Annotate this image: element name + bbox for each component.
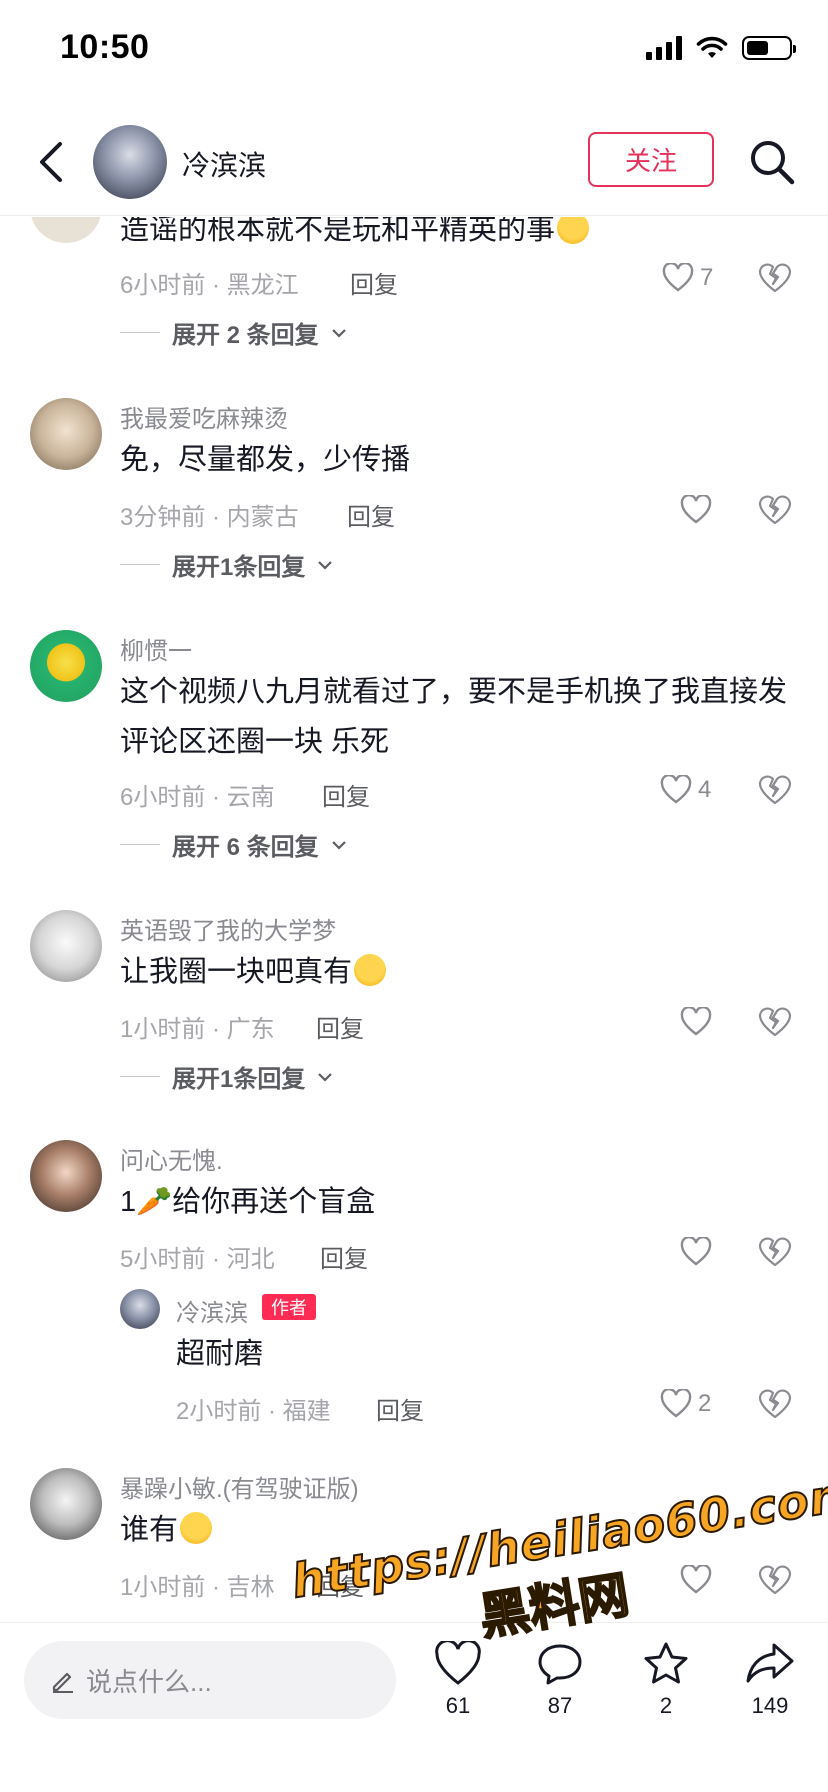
comment-action[interactable]: 87 — [520, 1641, 600, 1719]
heart-icon — [680, 1007, 712, 1036]
input-placeholder: 说点什么... — [86, 1666, 212, 1697]
like-button[interactable] — [680, 1563, 718, 1597]
comment-meta: 1小时前 · 吉林 — [120, 1574, 275, 1601]
thinking-emoji — [180, 1512, 213, 1544]
reply-meta: 2小时前 · 福建 — [176, 1398, 331, 1425]
reply-button[interactable]: 回复 — [316, 1009, 364, 1044]
search-icon[interactable] — [748, 138, 796, 186]
share-count: 149 — [751, 1693, 789, 1718]
comment-username[interactable]: 暴躁小敏.(有驾驶证版) — [120, 1469, 359, 1504]
author-badge: 作者 — [262, 1294, 316, 1320]
status-icons — [646, 36, 796, 60]
heart-icon — [680, 1565, 712, 1594]
broken-heart-icon[interactable] — [758, 1563, 792, 1597]
reply-button[interactable]: 回复 — [376, 1391, 424, 1426]
comment-username[interactable]: 柳惯一 — [120, 631, 192, 666]
like-button[interactable] — [680, 493, 718, 527]
comment-text: 谁有 — [120, 1505, 810, 1555]
chevron-down-icon — [318, 1072, 333, 1082]
comment-meta: 3分钟前 · 内蒙古 — [120, 504, 299, 531]
bottom-action-bar: 说点什么... 61 87 2 149 — [0, 1622, 828, 1792]
expand-replies[interactable]: 展开 6 条回复 — [120, 827, 347, 862]
like-count: 61 — [445, 1693, 471, 1718]
reply-button[interactable]: 回复 — [322, 777, 370, 812]
favorite-action[interactable]: 2 — [626, 1641, 706, 1719]
heart-icon — [660, 1389, 692, 1418]
follow-button[interactable]: 关注 — [588, 132, 714, 187]
broken-heart-icon[interactable] — [758, 773, 792, 807]
comment-username[interactable]: 问心无愧. — [120, 1141, 223, 1176]
like-count: 4 — [698, 776, 712, 803]
broken-heart-icon[interactable] — [758, 493, 792, 527]
wifi-icon — [696, 36, 728, 58]
broken-heart-icon[interactable] — [758, 261, 792, 295]
like-button[interactable]: 2 — [660, 1387, 711, 1421]
heart-icon — [660, 775, 692, 804]
reply-button[interactable]: 回复 — [316, 1567, 364, 1602]
broken-heart-icon[interactable] — [758, 1235, 792, 1269]
comment-username[interactable]: 我最爱吃麻辣烫 — [120, 399, 288, 434]
like-button[interactable]: 7 — [662, 261, 713, 295]
laughing-tears-emoji — [557, 217, 590, 244]
reply-username[interactable]: 冷滨滨 — [176, 1293, 248, 1328]
like-button[interactable] — [680, 1005, 718, 1039]
status-time: 10:50 — [60, 28, 150, 66]
expand-replies[interactable]: 展开1条回复 — [120, 547, 333, 582]
avatar[interactable] — [30, 630, 102, 702]
like-count: 7 — [700, 264, 714, 291]
comment-list[interactable]: 造谣的根本就不是玩和平精英的事 6小时前 · 黑龙江 回复 7 展开 2 条回复… — [0, 217, 828, 1622]
avatar[interactable] — [93, 125, 167, 199]
like-action[interactable]: 61 — [418, 1641, 498, 1719]
crying-emoji — [354, 954, 387, 986]
comment-input[interactable]: 说点什么... — [24, 1641, 396, 1719]
expand-replies[interactable]: 展开 2 条回复 — [120, 315, 347, 350]
pencil-icon — [52, 1672, 73, 1693]
status-bar: 10:50 — [0, 0, 828, 100]
comment-username[interactable]: 英语毁了我的大学梦 — [120, 911, 336, 946]
avatar[interactable] — [30, 217, 102, 243]
reply-button[interactable]: 回复 — [347, 497, 395, 532]
star-icon — [644, 1642, 688, 1684]
broken-heart-icon[interactable] — [758, 1005, 792, 1039]
broken-heart-icon[interactable] — [758, 1387, 792, 1421]
comment-count: 87 — [547, 1693, 573, 1718]
comment-text: 1🥕给你再送个盲盒 — [120, 1186, 376, 1218]
share-action[interactable]: 149 — [730, 1641, 810, 1719]
comment-meta: 1小时前 · 广东 — [120, 1016, 275, 1043]
reply-button[interactable]: 回复 — [350, 265, 398, 300]
heart-icon — [680, 1237, 712, 1266]
avatar[interactable] — [30, 1468, 102, 1540]
battery-icon — [742, 36, 796, 60]
like-button[interactable]: 4 — [660, 773, 711, 807]
cellular-signal-icon — [646, 36, 682, 60]
header: 冷滨滨 关注 — [0, 110, 828, 216]
avatar[interactable] — [30, 398, 102, 470]
comment-meta: 5小时前 · 河北 — [120, 1246, 275, 1273]
comment-meta: 6小时前 · 黑龙江 — [120, 272, 299, 299]
avatar[interactable] — [120, 1289, 160, 1329]
username[interactable]: 冷滨滨 — [182, 144, 266, 184]
reply-text: 超耐磨 — [176, 1338, 264, 1370]
comment-text: 让我圈一块吧真有 — [120, 947, 810, 997]
comment-meta: 6小时前 · 云南 — [120, 784, 275, 811]
share-arrow-icon — [746, 1643, 794, 1683]
favorite-count: 2 — [659, 1693, 673, 1718]
expand-replies[interactable]: 展开1条回复 — [120, 1059, 333, 1094]
heart-icon — [680, 495, 712, 524]
comment-text: 这个视频八九月就看过了，要不是手机换了我直接发评论区还圈一块 乐死 — [120, 676, 788, 758]
chevron-down-icon — [331, 840, 346, 850]
like-button[interactable] — [680, 1235, 718, 1269]
chevron-left-icon[interactable] — [30, 138, 74, 186]
comment-text: 免，尽量都发，少传播 — [120, 444, 411, 476]
reply-button[interactable]: 回复 — [320, 1239, 368, 1274]
like-count: 2 — [698, 1390, 712, 1417]
comment-bubble-icon — [538, 1644, 582, 1685]
heart-icon — [435, 1641, 481, 1685]
avatar[interactable] — [30, 1140, 102, 1212]
heart-icon — [662, 263, 694, 292]
chevron-down-icon — [318, 560, 333, 570]
avatar[interactable] — [30, 910, 102, 982]
chevron-down-icon — [331, 328, 346, 338]
comment-text: 造谣的根本就不是玩和平精英的事 — [120, 217, 810, 255]
